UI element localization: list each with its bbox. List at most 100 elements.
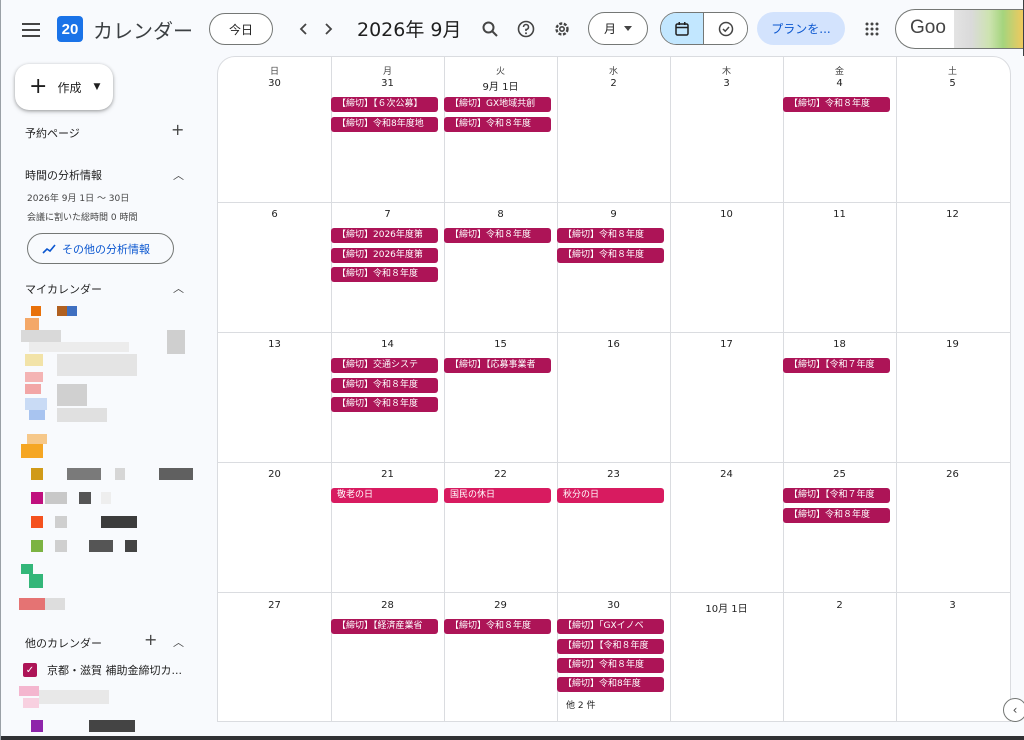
day-number[interactable]: 5: [896, 78, 1009, 89]
plan-upgrade-button[interactable]: プランを...: [757, 12, 845, 45]
sidebar: + 作成 ▼ 予約ページ + 時間の分析情報 ︿ 2026年 9月 1日 ～ 3…: [1, 58, 217, 740]
day-number[interactable]: 10: [670, 209, 783, 220]
day-number[interactable]: 26: [896, 469, 1009, 480]
chevron-up-icon[interactable]: ︿: [173, 280, 184, 296]
more-events-link[interactable]: 他 2 件: [566, 698, 595, 711]
day-number[interactable]: 28: [331, 600, 444, 611]
event-chip[interactable]: 【締切】令和８年度: [331, 397, 438, 412]
event-chip[interactable]: 【締切】令和８年度: [783, 97, 890, 112]
event-chip[interactable]: 【締切】令和８年度: [783, 508, 890, 523]
help-button[interactable]: [513, 16, 539, 42]
day-number[interactable]: 6: [218, 209, 331, 220]
day-number[interactable]: 16: [557, 339, 670, 350]
day-number[interactable]: 19: [896, 339, 1009, 350]
event-chip[interactable]: 【締切】【令和８年度: [557, 639, 664, 654]
more-analytics-button[interactable]: その他の分析情報: [27, 233, 174, 264]
add-booking-icon[interactable]: +: [171, 122, 184, 138]
event-chip[interactable]: 【締切】【令和７年度: [783, 358, 890, 373]
today-button[interactable]: 今日: [209, 13, 273, 45]
day-number[interactable]: 22: [444, 469, 557, 480]
day-number[interactable]: 10月 1日: [670, 600, 783, 615]
event-chip[interactable]: 【締切】令和８年度: [557, 658, 664, 673]
day-number[interactable]: 2: [783, 600, 896, 611]
day-number[interactable]: 30: [557, 600, 670, 611]
holiday-chip[interactable]: 秋分の日: [557, 488, 664, 503]
holiday-chip[interactable]: 国民の休日: [444, 488, 551, 503]
event-chip[interactable]: 【締切】令和８年度: [557, 248, 664, 263]
chevron-left-icon: [299, 23, 307, 35]
app-title[interactable]: カレンダー: [93, 15, 193, 44]
main-menu-button[interactable]: [15, 14, 47, 46]
create-button[interactable]: + 作成 ▼: [15, 64, 113, 110]
event-chip[interactable]: 【締切】【６次公募】: [331, 97, 438, 112]
trend-icon: [42, 243, 56, 254]
caret-down-icon: [624, 26, 632, 31]
day-number[interactable]: 7: [331, 209, 444, 220]
view-selector[interactable]: 月: [588, 12, 648, 45]
day-number[interactable]: 13: [218, 339, 331, 350]
event-chip[interactable]: 【締切】交通システ: [331, 358, 438, 373]
event-chip[interactable]: 【締切】令和８年度: [444, 117, 551, 132]
apps-grid-icon: [865, 22, 879, 36]
checkbox-checked-icon[interactable]: ✓: [23, 663, 37, 677]
event-chip[interactable]: 【締切】令和8年度地: [331, 117, 438, 132]
day-number[interactable]: 23: [557, 469, 670, 480]
day-number[interactable]: 11: [783, 209, 896, 220]
day-number[interactable]: 29: [444, 600, 557, 611]
event-chip[interactable]: 【締切】【経済産業省: [331, 619, 438, 634]
google-apps-button[interactable]: [859, 16, 885, 42]
day-number[interactable]: 25: [783, 469, 896, 480]
booking-page-label[interactable]: 予約ページ: [25, 125, 80, 141]
redacted-calendar-row: [31, 516, 196, 530]
holiday-chip[interactable]: 敬老の日: [331, 488, 438, 503]
event-chip[interactable]: 【締切】令和8年度: [557, 677, 664, 692]
event-chip[interactable]: 【締切】GX地域共創: [444, 97, 551, 112]
previous-period-button[interactable]: [291, 16, 315, 42]
day-number[interactable]: 12: [896, 209, 1009, 220]
event-chip[interactable]: 【締切】2026年度第: [331, 228, 438, 243]
calendar-logo[interactable]: 20: [57, 16, 83, 42]
day-number[interactable]: 8: [444, 209, 557, 220]
add-other-calendar-icon[interactable]: +: [144, 632, 157, 648]
event-chip[interactable]: 【締切】令和８年度: [444, 619, 551, 634]
day-number[interactable]: 20: [218, 469, 331, 480]
event-chip[interactable]: 【締切】「GXイノベ: [557, 619, 664, 634]
tasks-mode-button[interactable]: [704, 13, 747, 44]
side-panel-toggle[interactable]: ‹: [1003, 698, 1024, 722]
day-number[interactable]: 17: [670, 339, 783, 350]
day-number[interactable]: 9: [557, 209, 670, 220]
event-chip[interactable]: 【締切】令和８年度: [331, 378, 438, 393]
day-number[interactable]: 18: [783, 339, 896, 350]
next-period-button[interactable]: [317, 16, 341, 42]
day-number[interactable]: 3: [896, 600, 1009, 611]
redacted-calendar-row: [31, 720, 141, 734]
day-number[interactable]: 15: [444, 339, 557, 350]
my-calendars-header[interactable]: マイカレンダー: [25, 281, 102, 297]
day-number[interactable]: 31: [331, 78, 444, 89]
calendar-mode-button[interactable]: [661, 13, 705, 44]
other-calendar-item[interactable]: ✓ 京都・滋賀 補助金締切カ...: [23, 662, 182, 678]
day-number[interactable]: 14: [331, 339, 444, 350]
day-number[interactable]: 24: [670, 469, 783, 480]
day-number[interactable]: 3: [670, 78, 783, 89]
event-chip[interactable]: 【締切】令和８年度: [557, 228, 664, 243]
day-number[interactable]: 9月 1日: [444, 78, 557, 93]
settings-button[interactable]: [549, 16, 575, 42]
weekday-tue: 火: [495, 67, 505, 77]
day-number[interactable]: 30: [218, 78, 331, 89]
chevron-up-icon[interactable]: ︿: [173, 634, 184, 650]
event-chip[interactable]: 【締切】2026年度第: [331, 248, 438, 263]
day-number[interactable]: 21: [331, 469, 444, 480]
chevron-up-icon[interactable]: ︿: [173, 167, 184, 183]
event-chip[interactable]: 【締切】令和８年度: [331, 267, 438, 282]
other-calendars-header[interactable]: 他のカレンダー: [25, 635, 102, 651]
event-chip[interactable]: 【締切】【応募事業者: [444, 358, 551, 373]
event-chip[interactable]: 【締切】令和８年度: [444, 228, 551, 243]
search-button[interactable]: [477, 16, 503, 42]
day-number[interactable]: 2: [557, 78, 670, 89]
analytics-title[interactable]: 時間の分析情報: [25, 167, 102, 183]
event-chip[interactable]: 【締切】【令和７年度: [783, 488, 890, 503]
day-number[interactable]: 27: [218, 600, 331, 611]
day-number[interactable]: 4: [783, 78, 896, 89]
account-button[interactable]: Goo: [895, 9, 1023, 49]
